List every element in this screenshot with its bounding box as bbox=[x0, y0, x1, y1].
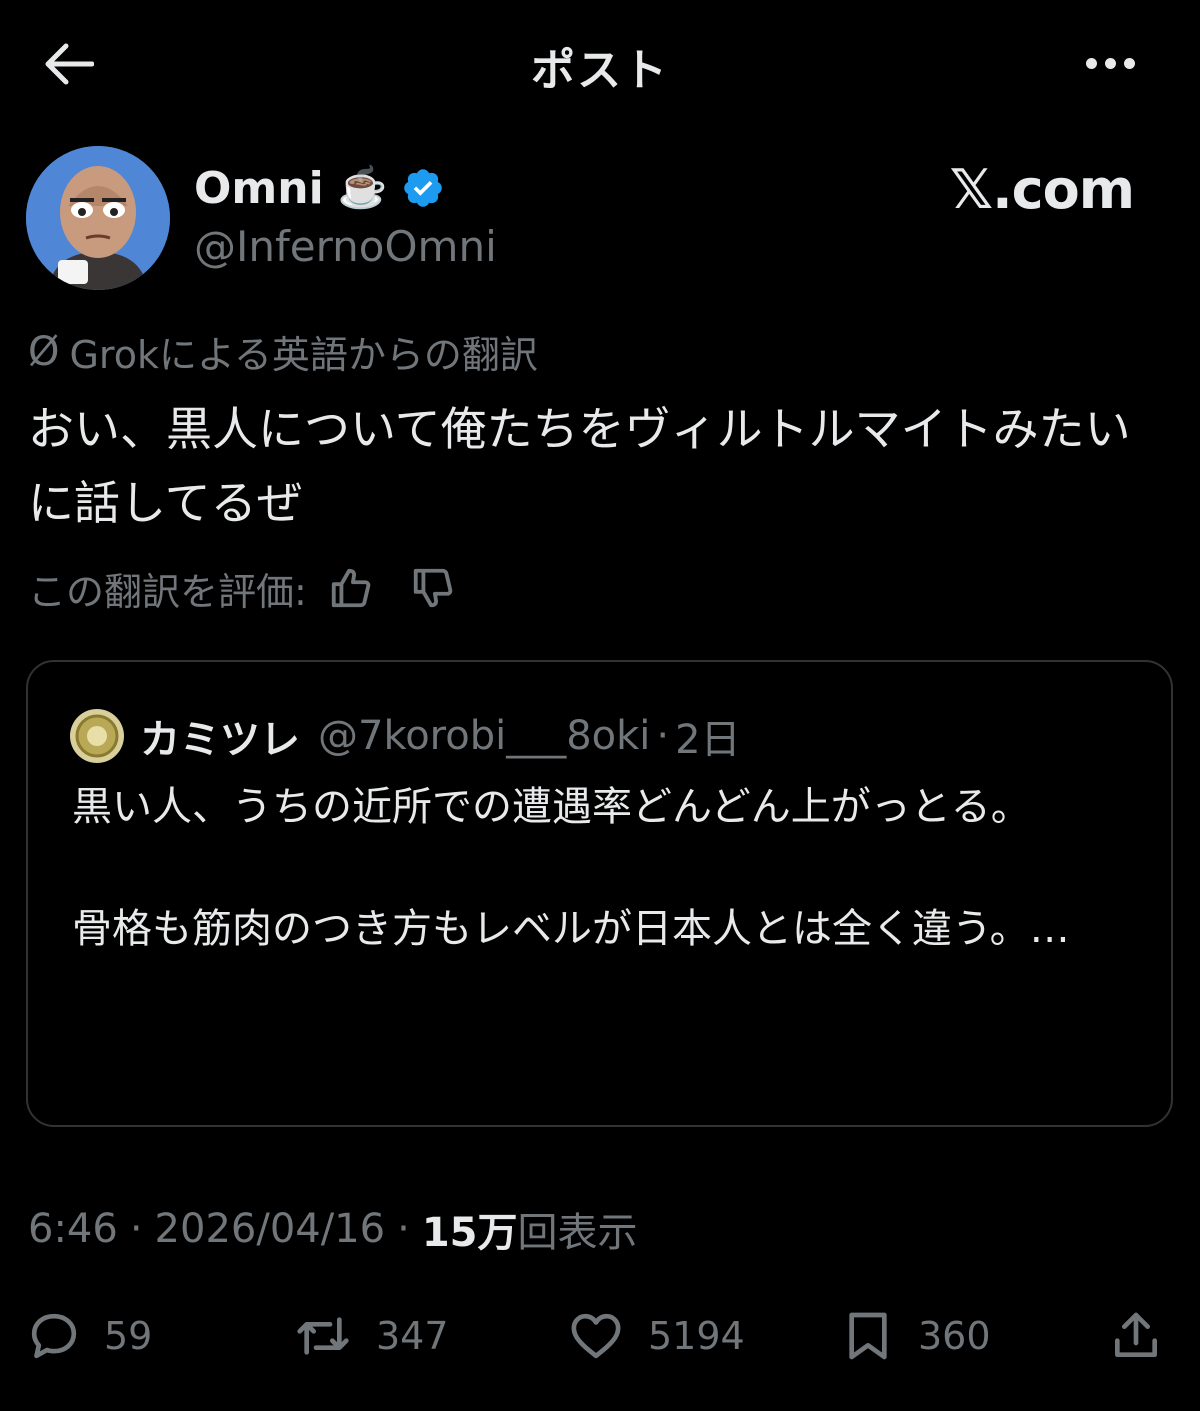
quoted-separator: · bbox=[656, 713, 670, 759]
translation-label-row: Ø Grokによる英語からの翻訳 bbox=[28, 324, 538, 379]
meta-separator: · bbox=[129, 1206, 143, 1252]
grok-icon: Ø bbox=[28, 328, 60, 375]
quoted-post-header: カミツレ @7korobi___8oki · 2日 bbox=[70, 706, 741, 766]
quoted-author-handle: @7korobi___8oki bbox=[318, 713, 651, 759]
top-bar: ポスト bbox=[0, 0, 1200, 125]
quoted-paragraph: 骨格も筋肉のつき方もレベルが日本人とは全く違う。… bbox=[72, 906, 1070, 952]
more-options-button[interactable] bbox=[1070, 40, 1150, 86]
rate-translation-row: この翻訳を評価: bbox=[28, 560, 461, 616]
reply-icon bbox=[31, 1313, 77, 1359]
more-dot bbox=[1104, 57, 1116, 69]
author-name: Omni bbox=[194, 162, 324, 214]
share-icon bbox=[1115, 1312, 1157, 1357]
action-bar: 59 347 5194 360 bbox=[0, 1296, 1200, 1376]
bookmark-button[interactable]: 360 bbox=[840, 1296, 991, 1376]
retweet-button[interactable]: 347 bbox=[292, 1296, 449, 1376]
verified-badge-icon bbox=[404, 169, 443, 207]
translation-label: Grokによる英語からの翻訳 bbox=[69, 333, 538, 377]
quoted-avatar-image bbox=[70, 709, 124, 763]
like-count: 5194 bbox=[648, 1314, 745, 1358]
meta-separator: · bbox=[397, 1206, 410, 1252]
quoted-timestamp: 2日 bbox=[675, 717, 741, 763]
post-date: 2026/04/16 bbox=[154, 1206, 386, 1252]
post-text: おい、黒人について俺たちをヴィルトルマイトみたいに話してるぜ bbox=[28, 402, 1131, 530]
post-time: 6:46 bbox=[28, 1206, 118, 1252]
views-count[interactable]: 15万 bbox=[422, 1200, 518, 1258]
coffee-emoji: ☕️ bbox=[337, 165, 388, 211]
retweet-icon bbox=[297, 1317, 349, 1355]
retweet-count: 347 bbox=[376, 1314, 449, 1358]
bookmark-count: 360 bbox=[918, 1314, 991, 1358]
reply-button[interactable]: 59 bbox=[26, 1296, 152, 1376]
heart-icon bbox=[571, 1313, 621, 1359]
reply-count: 59 bbox=[104, 1314, 153, 1358]
avatar-illustration bbox=[26, 146, 170, 290]
brand-watermark: 𝕏.com bbox=[949, 158, 1135, 221]
quoted-author-name: カミツレ bbox=[140, 717, 300, 763]
share-button[interactable] bbox=[1108, 1296, 1164, 1376]
quoted-post[interactable]: カミツレ @7korobi___8oki · 2日 黒い人、うちの近所での遭遇率… bbox=[26, 660, 1173, 1127]
author-avatar[interactable] bbox=[26, 146, 170, 290]
more-horizontal-icon bbox=[1085, 57, 1097, 69]
thumbs-up-icon bbox=[331, 568, 371, 608]
thumbs-down-button[interactable] bbox=[405, 560, 461, 616]
bookmark-icon bbox=[849, 1312, 887, 1360]
post-meta: 6:46 · 2026/04/16 · 15万 回表示 bbox=[28, 1200, 637, 1258]
like-button[interactable]: 5194 bbox=[566, 1296, 745, 1376]
author-name-row[interactable]: Omni ☕️ bbox=[194, 160, 445, 216]
thumbs-down-icon bbox=[413, 568, 453, 608]
quoted-text: 黒い人、うちの近所での遭遇率どんどん上がっとる。 骨格も筋肉のつき方もレベルが日… bbox=[72, 774, 1092, 962]
quoted-avatar[interactable] bbox=[70, 709, 124, 763]
more-dot bbox=[1123, 57, 1135, 69]
thumbs-up-button[interactable] bbox=[323, 560, 379, 616]
views-label[interactable]: 回表示 bbox=[517, 1200, 637, 1258]
page-title: ポスト bbox=[531, 45, 669, 96]
quoted-paragraph-gap bbox=[72, 840, 1092, 896]
rate-label: この翻訳を評価: bbox=[28, 569, 307, 614]
author-handle[interactable]: @InfernoOmni bbox=[194, 222, 497, 271]
quoted-paragraph: 黒い人、うちの近所での遭遇率どんどん上がっとる。 bbox=[72, 784, 1031, 830]
